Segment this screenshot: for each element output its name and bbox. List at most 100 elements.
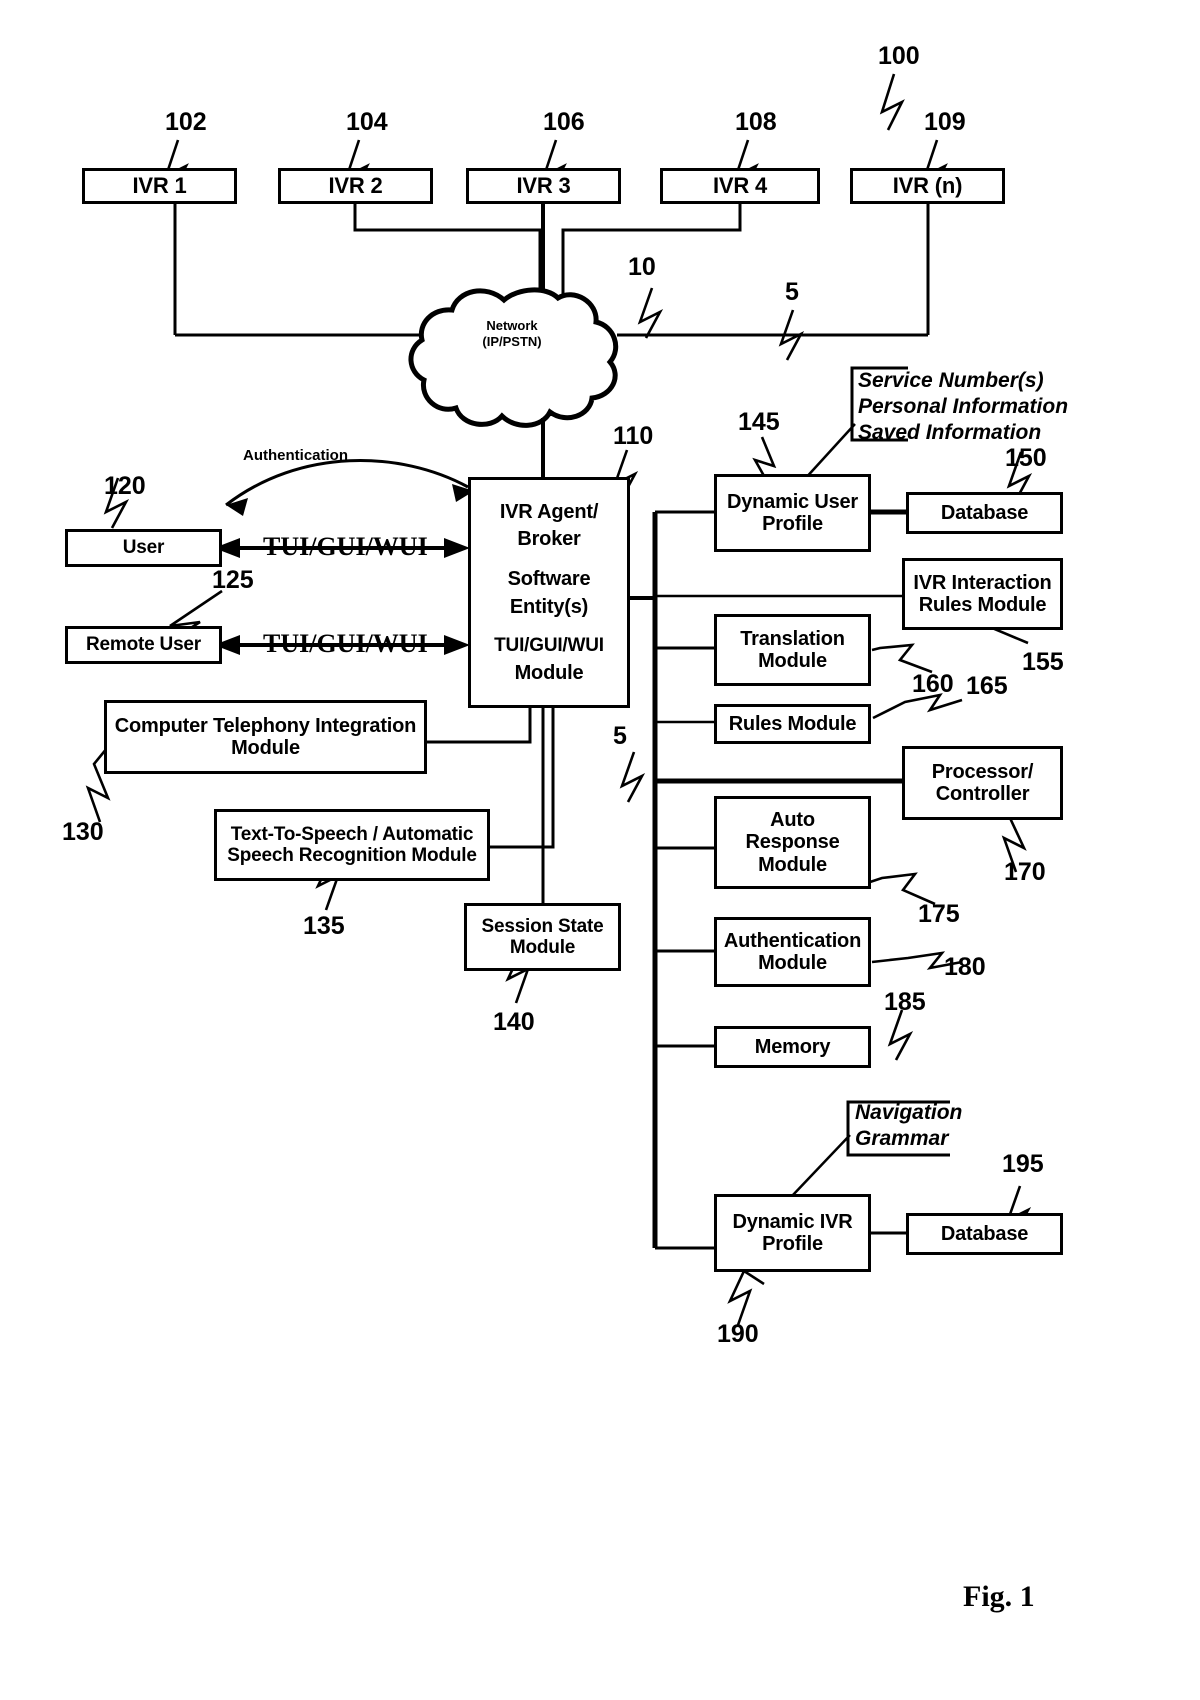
cti-line-2: Module — [231, 737, 300, 759]
ref-160: 160 — [912, 670, 954, 698]
ivr-box-4-label: IVR 4 — [712, 172, 768, 198]
user-database-box[interactable]: Database — [906, 492, 1063, 534]
ivr-box-2-label: IVR 2 — [328, 172, 383, 198]
authentication-module-box[interactable]: Authentication Module — [714, 917, 871, 987]
ivr-interaction-rules-module-box[interactable]: IVR Interaction Rules Module — [902, 558, 1063, 630]
memory-label: Memory — [754, 1035, 831, 1058]
user-box[interactable]: User — [65, 529, 222, 567]
leader-100 — [879, 73, 905, 131]
ref-145: 145 — [738, 408, 780, 436]
ref-140: 140 — [493, 1008, 535, 1036]
dynamic-user-profile-box[interactable]: Dynamic User Profile — [714, 474, 871, 552]
dup-line-1: Dynamic User — [727, 490, 858, 513]
ref-125: 125 — [212, 566, 254, 594]
leader-160 — [871, 643, 933, 674]
rules-module-box[interactable]: Rules Module — [714, 704, 871, 744]
ivr-profile-annotation-line-1: Navigation — [855, 1101, 963, 1124]
ivr-box-3[interactable]: IVR 3 — [466, 168, 621, 204]
dip-line-2: Profile — [762, 1233, 823, 1255]
authmod-line-2: Module — [758, 952, 827, 974]
authmod-line-1: Authentication — [723, 929, 862, 952]
arrow-remoteuser-right — [444, 635, 470, 655]
ref-185: 185 — [884, 988, 926, 1016]
ivr-box-4[interactable]: IVR 4 — [660, 168, 820, 204]
ivr-box-n[interactable]: IVR (n) — [850, 168, 1005, 204]
agent-line-1: IVR Agent/ — [499, 500, 599, 523]
translation-module-box[interactable]: Translation Module — [714, 614, 871, 686]
user-profile-annotation-line-2: Personal Information — [858, 395, 1069, 419]
auto-line-3: Module — [758, 853, 827, 876]
ref-195: 195 — [1002, 1150, 1044, 1178]
ref-175: 175 — [918, 900, 960, 928]
tts-line-1: Text-To-Speech / Automatic — [230, 823, 474, 845]
user-profile-annotation: Service Number(s) Personal Information S… — [858, 368, 1068, 446]
processor-controller-box[interactable]: Processor/ Controller — [902, 746, 1063, 820]
ref-120: 120 — [104, 472, 146, 500]
remote-user-box[interactable]: Remote User — [65, 626, 222, 664]
session-state-module-box[interactable]: Session State Module — [464, 903, 621, 971]
auto-response-module-box[interactable]: Auto Response Module — [714, 796, 871, 889]
processor-line-2: Controller — [935, 783, 1030, 805]
ref-130: 130 — [62, 818, 104, 846]
ivr-agent-broker-box[interactable]: IVR Agent/ Broker Software Entity(s) TUI… — [468, 477, 630, 708]
ivr-box-n-label: IVR (n) — [892, 172, 963, 198]
diagram-connectors — [85, 73, 1033, 1326]
ref-102: 102 — [165, 108, 207, 136]
leader-185 — [887, 1009, 914, 1061]
ref-150: 150 — [1005, 444, 1047, 472]
auto-line-1: Auto — [770, 808, 815, 831]
memory-box[interactable]: Memory — [714, 1026, 871, 1068]
remote-user-box-label: Remote User — [85, 634, 201, 656]
leader-5-bus — [619, 751, 646, 803]
leader-10 — [637, 287, 664, 339]
ref-135: 135 — [303, 912, 345, 940]
ref-104: 104 — [346, 108, 388, 136]
dup-line-2: Profile — [762, 513, 823, 535]
user-profile-annotation-line-1: Service Number(s) — [858, 369, 1044, 392]
dynamic-ivr-profile-box[interactable]: Dynamic IVR Profile — [714, 1194, 871, 1272]
tui-gui-wui-user-label: TUI/GUI/WUI — [263, 532, 428, 561]
agent-line-2: Broker — [517, 528, 581, 551]
ref-190: 190 — [717, 1320, 759, 1348]
session-line-2: Module — [509, 937, 576, 958]
translation-line-2: Module — [758, 650, 827, 672]
dip-line-1: Dynamic IVR — [732, 1210, 853, 1233]
cti-module-box[interactable]: Computer Telephony Integration Module — [104, 700, 427, 774]
rules-module-label: Rules Module — [728, 712, 857, 735]
ref-10: 10 — [628, 253, 656, 281]
ivr-database-label: Database — [940, 1222, 1029, 1245]
processor-line-1: Processor/ — [931, 760, 1034, 783]
ref-180: 180 — [944, 953, 986, 981]
ivr-box-2[interactable]: IVR 2 — [278, 168, 433, 204]
figure-caption: Fig. 1 — [963, 1580, 1035, 1613]
auto-line-2: Response — [745, 831, 840, 854]
leader-190 — [727, 1269, 765, 1326]
ref-5-bus: 5 — [613, 722, 627, 750]
user-profile-annotation-line-3: Saved Information — [858, 421, 1042, 445]
ivr-profile-annotation-line-2: Grammar — [855, 1127, 949, 1151]
translation-line-1: Translation — [740, 627, 845, 650]
tts-asr-module-box[interactable]: Text-To-Speech / Automatic Speech Recogn… — [214, 809, 490, 881]
network-cloud-label: Network (IP/PSTN) — [442, 318, 582, 351]
ivr-database-box[interactable]: Database — [906, 1213, 1063, 1255]
arrow-user-right — [444, 538, 470, 558]
authentication-label: Authentication — [243, 447, 348, 464]
ref-165: 165 — [966, 672, 1008, 700]
ref-5-network: 5 — [785, 278, 799, 306]
ivr-profile-annotation: Navigation Grammar — [855, 1100, 962, 1152]
ivr-box-1[interactable]: IVR 1 — [82, 168, 237, 204]
ref-155: 155 — [1022, 648, 1064, 676]
tts-line-2: Speech Recognition Module — [227, 845, 477, 866]
patent-figure-page: IVR 1 IVR 2 IVR 3 IVR 4 IVR (n) 102 104 … — [0, 0, 1200, 1700]
session-line-1: Session State — [481, 915, 604, 937]
ref-106: 106 — [543, 108, 585, 136]
ivr-box-1-label: IVR 1 — [132, 172, 187, 198]
user-database-label: Database — [940, 501, 1029, 524]
ivr-box-3-label: IVR 3 — [516, 172, 571, 198]
ref-170: 170 — [1004, 858, 1046, 886]
network-cloud-shape — [408, 287, 619, 428]
line-ivr-profile-annotation — [791, 1134, 851, 1197]
line-cti-to-agent — [427, 708, 532, 744]
agent-line-5: TUI/GUI/WUI — [494, 635, 604, 657]
line-ivr2-to-network — [353, 203, 542, 295]
